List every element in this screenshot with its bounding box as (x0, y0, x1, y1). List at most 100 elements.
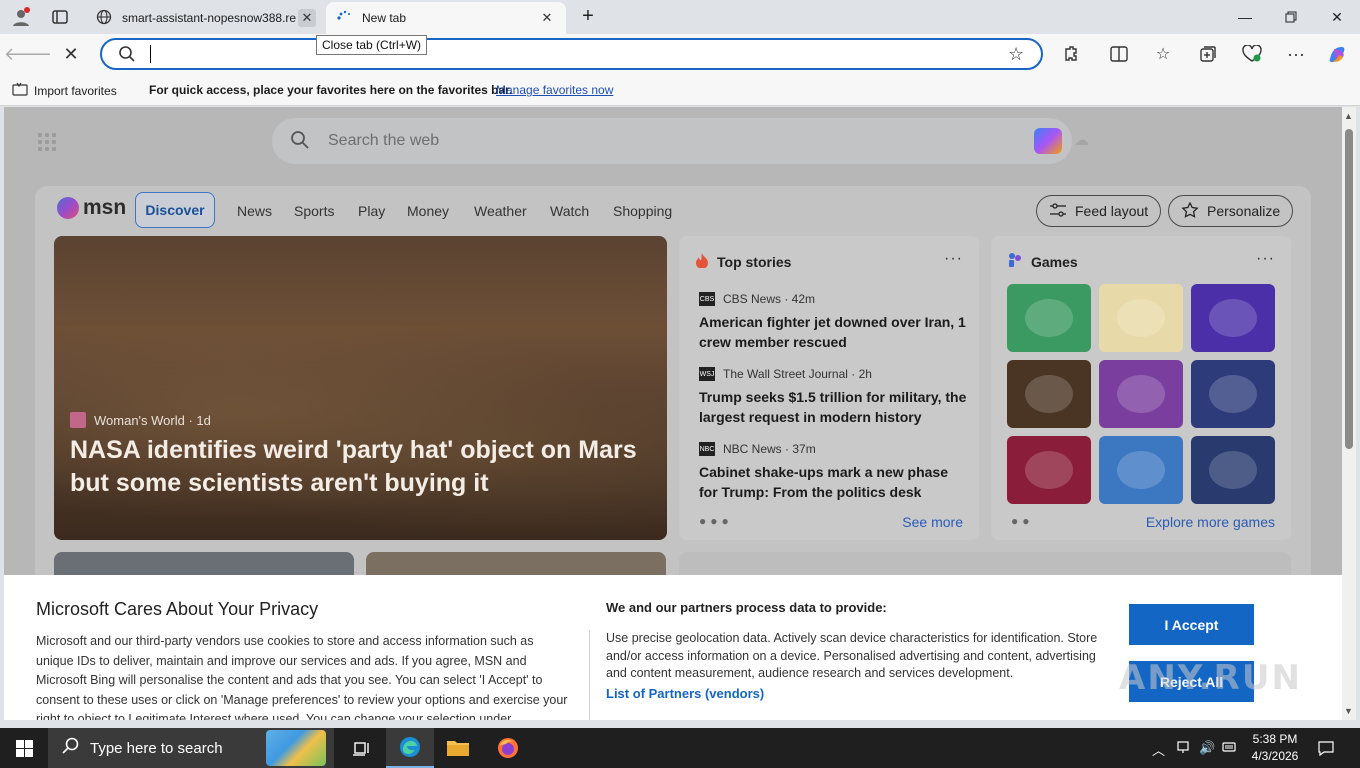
more-options-icon[interactable]: ··· (1256, 250, 1275, 268)
hero-story-card[interactable]: Woman's World · 1d NASA identifies weird… (54, 236, 667, 540)
nav-shopping[interactable]: Shopping (613, 203, 672, 219)
network-icon[interactable] (1176, 740, 1190, 757)
games-header: Games (1007, 252, 1078, 271)
explore-more-games-link[interactable]: Explore more games (1146, 514, 1275, 530)
file-explorer-icon[interactable] (434, 728, 482, 768)
game-tile[interactable] (1007, 436, 1091, 504)
loading-spinner-icon (336, 9, 352, 28)
minimize-button[interactable]: — (1222, 0, 1268, 34)
story-item[interactable]: CBS CBS News · 42m American fighter jet d… (699, 292, 969, 352)
stop-loading-button[interactable]: ✕ (57, 40, 85, 68)
feed-layout-button[interactable]: Feed layout (1036, 195, 1162, 227)
nav-discover[interactable]: Discover (135, 192, 215, 228)
tray-overflow-icon[interactable]: ︿ (1152, 740, 1165, 759)
hero-headline[interactable]: NASA identifies weird 'party hat' object… (70, 434, 660, 500)
game-tile[interactable] (1191, 360, 1275, 428)
story-source: The Wall Street Journal · 2h (723, 367, 872, 381)
browser-essentials-icon[interactable] (1237, 40, 1267, 68)
favorites-bar: Import favorites For quick access, place… (0, 74, 1360, 106)
favorites-icon[interactable]: ☆ (1148, 40, 1178, 68)
story-item[interactable]: WSJ The Wall Street Journal · 2h Trump se… (699, 367, 969, 427)
address-input[interactable] (148, 45, 988, 63)
more-options-icon[interactable]: ··· (944, 250, 963, 268)
tab-new-tab[interactable]: New tab ✕ (326, 2, 566, 34)
extensions-icon[interactable] (1056, 40, 1086, 68)
games-title: Games (1031, 253, 1078, 270)
notifications-icon[interactable] (1318, 740, 1334, 759)
nav-watch[interactable]: Watch (550, 203, 589, 219)
search-icon (62, 737, 80, 759)
scroll-up-icon[interactable]: ▲ (1344, 111, 1353, 121)
start-button[interactable] (0, 728, 48, 768)
top-stories-title: Top stories (717, 253, 792, 270)
game-tile[interactable] (1099, 284, 1183, 352)
web-search-box[interactable]: Search the web (272, 118, 1072, 164)
tab-actions-icon[interactable] (47, 5, 73, 29)
volume-icon[interactable]: 🔊 (1199, 740, 1215, 756)
title-bar: smart-assistant-nopesnow388.re ✕ New tab… (0, 0, 1360, 34)
personalize-button[interactable]: Personalize (1168, 195, 1294, 227)
search-placeholder: Search the web (328, 132, 440, 149)
nav-play[interactable]: Play (358, 203, 385, 219)
ime-icon[interactable] (1222, 740, 1236, 757)
personalize-label: Personalize (1207, 203, 1281, 219)
see-more-link[interactable]: See more (902, 514, 963, 530)
edge-taskbar-icon[interactable] (386, 728, 434, 768)
text-caret (150, 45, 151, 63)
game-tile[interactable] (1191, 284, 1275, 352)
game-tile[interactable] (1191, 436, 1275, 504)
taskbar-search[interactable]: Type here to search (48, 728, 334, 768)
task-view-icon[interactable] (338, 728, 386, 768)
manage-favorites-link[interactable]: Manage favorites now (496, 83, 613, 97)
tab-title: smart-assistant-nopesnow388.re (122, 11, 297, 25)
copilot-icon[interactable] (1034, 128, 1062, 154)
windows-taskbar: Type here to search ︿ 🔊 5:38 PM 4/3/2026 (0, 728, 1360, 768)
tab-smart-assistant[interactable]: smart-assistant-nopesnow388.re ✕ (86, 2, 326, 34)
copilot-icon[interactable] (1322, 40, 1352, 68)
address-bar[interactable]: ☆ (100, 38, 1043, 70)
favorite-star-icon[interactable]: ☆ (1008, 44, 1024, 65)
game-tile[interactable] (1007, 360, 1091, 428)
apps-launcher-icon[interactable] (38, 133, 56, 151)
story-item[interactable]: NBC NBC News · 37m Cabinet shake-ups mark… (699, 442, 969, 502)
divider (589, 630, 590, 720)
profile-icon[interactable] (8, 5, 34, 29)
carousel-dots[interactable]: ●● (1011, 514, 1034, 528)
carousel-dots[interactable]: ●●● (699, 514, 733, 528)
settings-more-icon[interactable]: ··· (1281, 40, 1311, 68)
scrollbar-thumb[interactable] (1345, 129, 1353, 449)
nav-weather[interactable]: Weather (474, 203, 527, 219)
story-title[interactable]: Cabinet shake-ups mark a new phase for T… (699, 462, 969, 502)
firefox-icon[interactable] (484, 728, 532, 768)
game-tile[interactable] (1007, 284, 1091, 352)
collections-icon[interactable] (1193, 40, 1223, 68)
nav-money[interactable]: Money (407, 203, 449, 219)
close-tab-tooltip: Close tab (Ctrl+W) (316, 35, 428, 55)
game-tile[interactable] (1099, 436, 1183, 504)
close-tab-icon[interactable]: ✕ (538, 9, 556, 27)
split-screen-icon[interactable] (1104, 40, 1134, 68)
restore-button[interactable] (1268, 0, 1314, 34)
page-scrollbar[interactable]: ▲ ▼ (1342, 107, 1356, 720)
nav-news[interactable]: News (237, 203, 272, 219)
accept-button[interactable]: I Accept (1129, 604, 1254, 645)
clock-time: 5:38 PM (1252, 732, 1298, 746)
source-logo-icon (70, 412, 86, 428)
search-icon (118, 45, 136, 66)
anyrun-watermark: ANY.RUN (1119, 658, 1302, 698)
games-card: Games ··· ●● Explore more games (991, 236, 1291, 540)
taskbar-clock[interactable]: 5:38 PM 4/3/2026 (1244, 731, 1306, 765)
close-window-button[interactable]: ✕ (1314, 0, 1360, 34)
cbs-logo-icon: CBS (699, 292, 715, 306)
partners-list-link[interactable]: List of Partners (vendors) (606, 686, 764, 701)
story-title[interactable]: American fighter jet downed over Iran, 1… (699, 312, 969, 352)
story-title[interactable]: Trump seeks $1.5 trillion for military, … (699, 387, 969, 427)
new-tab-button[interactable]: + (576, 6, 600, 28)
nav-sports[interactable]: Sports (294, 203, 334, 219)
game-tile[interactable] (1099, 360, 1183, 428)
close-tab-icon[interactable]: ✕ (298, 9, 316, 27)
back-button[interactable]: 🡐 (4, 40, 52, 68)
import-favorites-button[interactable]: Import favorites (12, 82, 117, 99)
games-icon (1007, 252, 1023, 271)
scroll-down-icon[interactable]: ▼ (1344, 706, 1353, 716)
